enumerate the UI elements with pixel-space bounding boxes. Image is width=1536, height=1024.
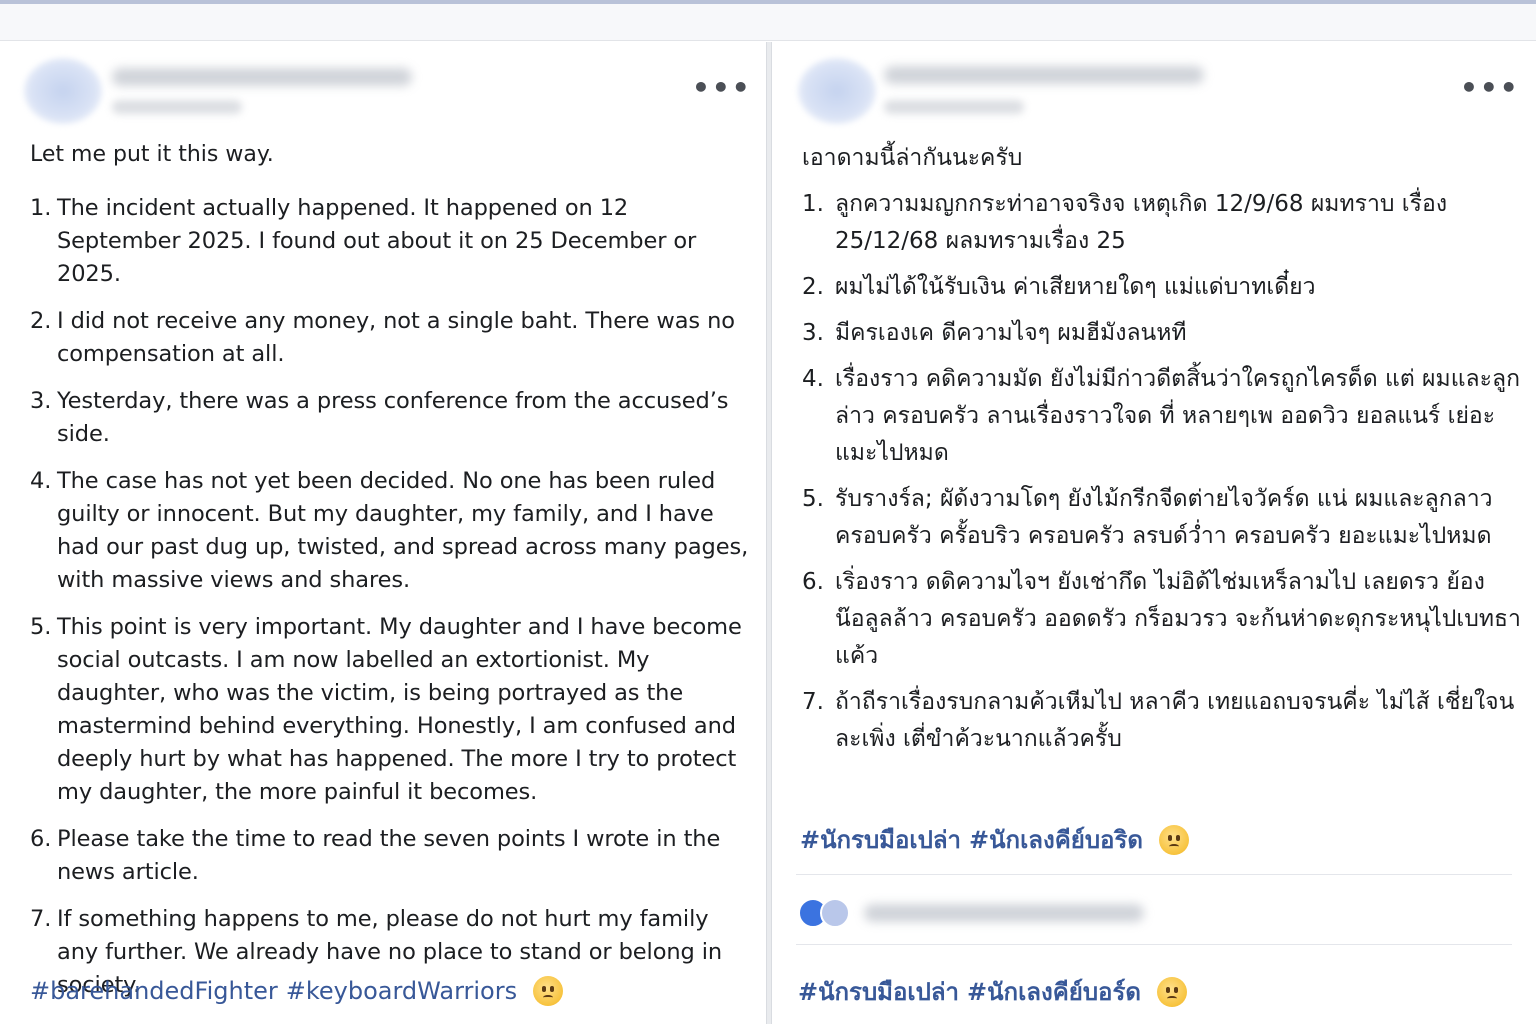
- post-intro: Let me put it this way.: [30, 142, 274, 167]
- list-item: 6. เริ่องราว ดดิความไจฯ ยังเช่ากึด ไม่อิด…: [802, 564, 1524, 675]
- sad-face-emoji-icon: [1156, 976, 1187, 1007]
- list-text: Please take the time to read the seven p…: [57, 826, 721, 885]
- list-text: เรื่องราว คดิความมัด ยังไม่มีก่าวดีตสิ้น…: [835, 366, 1520, 466]
- author-name-blurred[interactable]: [112, 68, 412, 86]
- list-item: 1. ลูกความมญกกระท่าอาจจริงจ เหตุเกิด 12/9…: [802, 186, 1524, 260]
- list-text: This point is very important. My daughte…: [57, 614, 742, 805]
- list-number: 4.: [30, 468, 52, 494]
- commenter-name-blurred[interactable]: [864, 904, 1144, 922]
- list-item: 6. Please take the time to read the seven…: [30, 823, 756, 889]
- list-text: ผมไม่ได้ใน้รับเงิน ค่าเสียหายใดๆ แม่แด่บ…: [835, 274, 1316, 300]
- list-text: มีครเองเค ดีความไจๆ ผมฮีมังลนหที: [835, 320, 1187, 346]
- list-number: 2.: [30, 308, 52, 334]
- reaction-icon[interactable]: [820, 898, 850, 928]
- list-number: 5.: [802, 486, 824, 512]
- post-card-thai: ••• เอาดามนี้ล่ากันนะครับ 1. ลูกความมญกกร…: [772, 42, 1536, 1024]
- list-item: 3. Yesterday, there was a press conferenc…: [30, 385, 756, 451]
- list-text: รับรางร์ล; ผัด้งวามโดๆ ยังไม้กรีกจีดต่าย…: [835, 486, 1493, 549]
- post-intro: เอาดามนี้ล่ากันนะครับ: [802, 145, 1023, 171]
- more-options-icon[interactable]: •••: [1460, 74, 1520, 102]
- post-meta-blurred: [112, 100, 242, 114]
- hashtag-link[interactable]: #นักรบมือเปล่า: [798, 972, 959, 1011]
- list-item: 2. ผมไม่ได้ใน้รับเงิน ค่าเสียหายใดๆ แม่แด…: [802, 269, 1524, 306]
- comment-hashtags-row: #นักรบมือเปล่า #นักเลงคีย์บอร์ด: [798, 972, 1187, 1011]
- list-number: 4.: [802, 366, 824, 392]
- list-item: 7. ถ้าถีราเรื่องรบกลามค้วเหีมไป หลาคีว เท…: [802, 684, 1524, 758]
- post-card-english: ••• Let me put it this way. 1. The incide…: [0, 42, 768, 1024]
- list-item: 5. รับรางร์ล; ผัด้งวามโดๆ ยังไม้กรีกจีดต่…: [802, 481, 1524, 555]
- more-options-icon[interactable]: •••: [692, 74, 752, 102]
- numbered-list: 1. The incident actually happened. It hap…: [30, 192, 756, 1016]
- comment-separator-top: [796, 874, 1512, 875]
- list-number: 7.: [802, 689, 824, 715]
- list-item: 5. This point is very important. My daugh…: [30, 611, 756, 809]
- hashtags-row: #นักรบมือเปล่า #นักเลงคีย์บอริด: [800, 820, 1189, 859]
- list-text: เริ่องราว ดดิความไจฯ ยังเช่ากึด ไม่อิด้ไ…: [835, 569, 1521, 669]
- hashtags-row: #barehandedFighter #keyboardWarriors: [30, 976, 564, 1006]
- sad-face-emoji-icon: [1158, 824, 1189, 855]
- list-text: Yesterday, there was a press conference …: [57, 388, 729, 447]
- browser-top-bar: [0, 0, 1536, 41]
- list-text: The case has not yet been decided. No on…: [57, 468, 749, 593]
- avatar[interactable]: [798, 58, 876, 124]
- hashtag-link[interactable]: #นักเลงคีย์บอริด: [969, 820, 1143, 859]
- hashtag-link[interactable]: #นักเลงคีย์บอร์ด: [967, 972, 1141, 1011]
- list-item: 4. เรื่องราว คดิความมัด ยังไม่มีก่าวดีตสิ…: [802, 361, 1524, 472]
- list-number: 6.: [30, 826, 52, 852]
- list-item: 3. มีครเองเค ดีความไจๆ ผมฮีมังลนหที: [802, 315, 1524, 352]
- list-number: 1.: [802, 191, 824, 217]
- list-text: I did not receive any money, not a singl…: [57, 308, 735, 367]
- list-item: 2. I did not receive any money, not a sin…: [30, 305, 756, 371]
- list-text: ลูกความมญกกระท่าอาจจริงจ เหตุเกิด 12/9/6…: [835, 191, 1448, 254]
- list-number: 5.: [30, 614, 52, 640]
- comment-separator-bottom: [796, 944, 1512, 945]
- author-name-blurred[interactable]: [884, 66, 1204, 84]
- list-number: 6.: [802, 569, 824, 595]
- list-number: 3.: [802, 320, 824, 346]
- hashtag-link[interactable]: #นักรบมือเปล่า: [800, 820, 961, 859]
- avatar[interactable]: [24, 58, 102, 124]
- list-text: The incident actually happened. It happe…: [57, 195, 697, 287]
- list-number: 2.: [802, 274, 824, 300]
- numbered-list: 1. ลูกความมญกกระท่าอาจจริงจ เหตุเกิด 12/9…: [802, 186, 1524, 767]
- list-number: 3.: [30, 388, 52, 414]
- sad-face-emoji-icon: [533, 976, 564, 1006]
- post-meta-blurred: [884, 100, 1024, 114]
- list-number: 1.: [30, 195, 52, 221]
- hashtag-link[interactable]: #keyboardWarriors: [286, 977, 517, 1005]
- list-text: ถ้าถีราเรื่องรบกลามค้วเหีมไป หลาคีว เทยแ…: [835, 689, 1515, 752]
- list-item: 1. The incident actually happened. It hap…: [30, 192, 756, 291]
- list-item: 4. The case has not yet been decided. No …: [30, 465, 756, 597]
- list-number: 7.: [30, 906, 52, 932]
- hashtag-link[interactable]: #barehandedFighter: [30, 977, 278, 1005]
